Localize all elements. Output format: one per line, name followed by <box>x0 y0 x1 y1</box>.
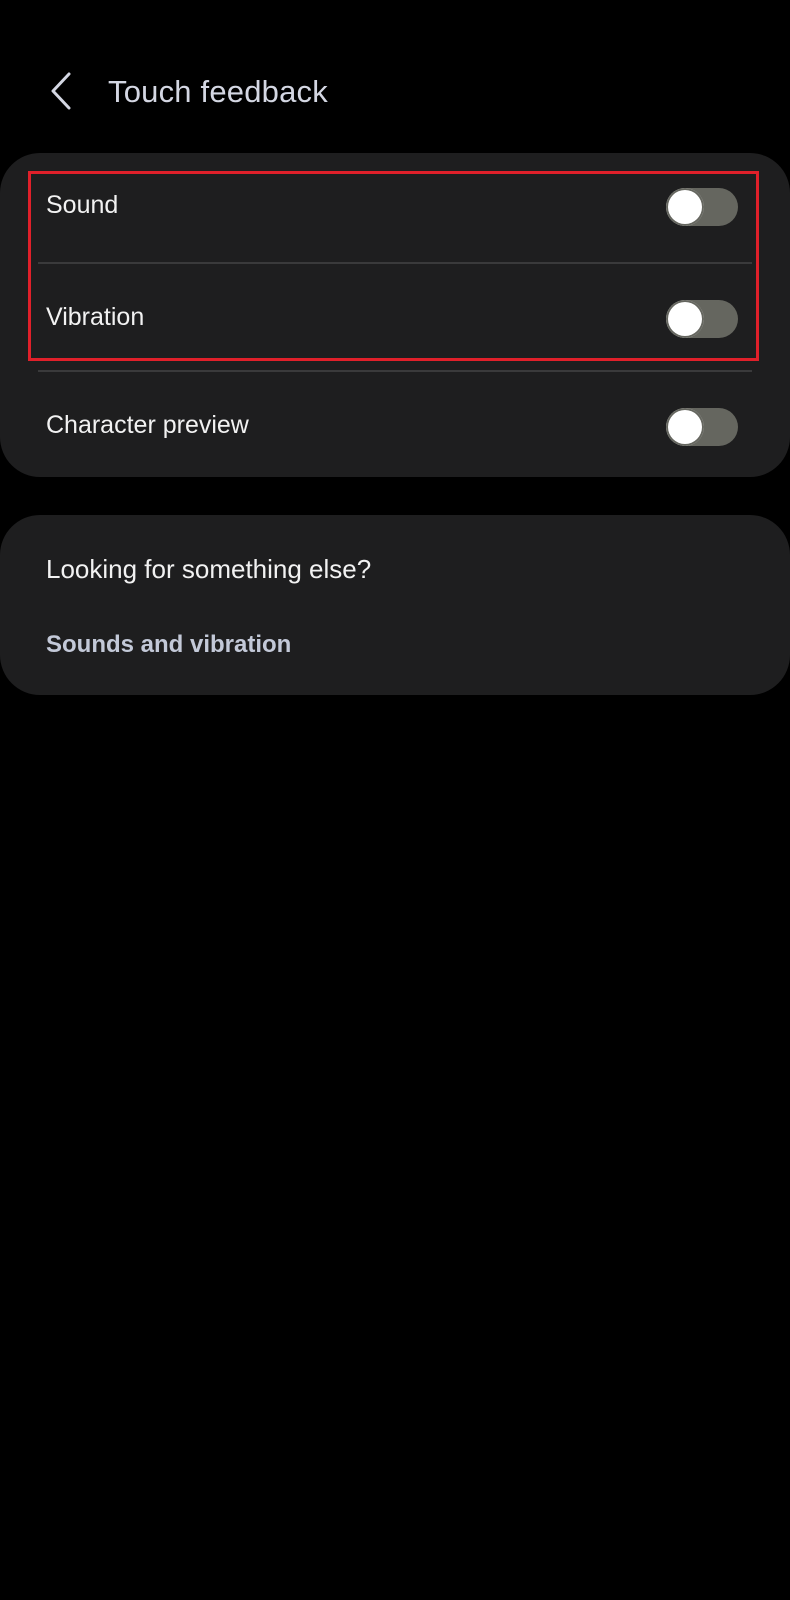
vibration-toggle[interactable] <box>666 300 738 338</box>
toggle-knob <box>666 300 704 338</box>
divider <box>38 262 752 264</box>
looking-for-something-else-card: Looking for something else? Sounds and v… <box>0 515 790 695</box>
setting-label-character-preview: Character preview <box>46 411 249 439</box>
character-preview-toggle[interactable] <box>666 408 738 446</box>
setting-row-sound[interactable]: Sound <box>0 153 790 257</box>
section-title: Looking for something else? <box>46 554 372 584</box>
setting-label-vibration: Vibration <box>46 303 145 331</box>
toggle-knob <box>666 188 704 226</box>
divider <box>38 370 752 372</box>
setting-label-sound: Sound <box>46 191 119 219</box>
setting-row-vibration[interactable]: Vibration <box>0 265 790 369</box>
sounds-and-vibration-link[interactable]: Sounds and vibration <box>46 628 291 662</box>
top-app-bar: Touch feedback <box>0 0 790 150</box>
setting-row-character-preview[interactable]: Character preview <box>0 373 790 477</box>
back-button[interactable] <box>40 66 80 116</box>
page-title: Touch feedback <box>108 74 328 109</box>
sound-toggle[interactable] <box>666 188 738 226</box>
chevron-left-icon <box>51 72 71 110</box>
toggle-knob <box>666 408 704 446</box>
touch-feedback-settings-card: Sound Vibration Character preview <box>0 153 790 477</box>
